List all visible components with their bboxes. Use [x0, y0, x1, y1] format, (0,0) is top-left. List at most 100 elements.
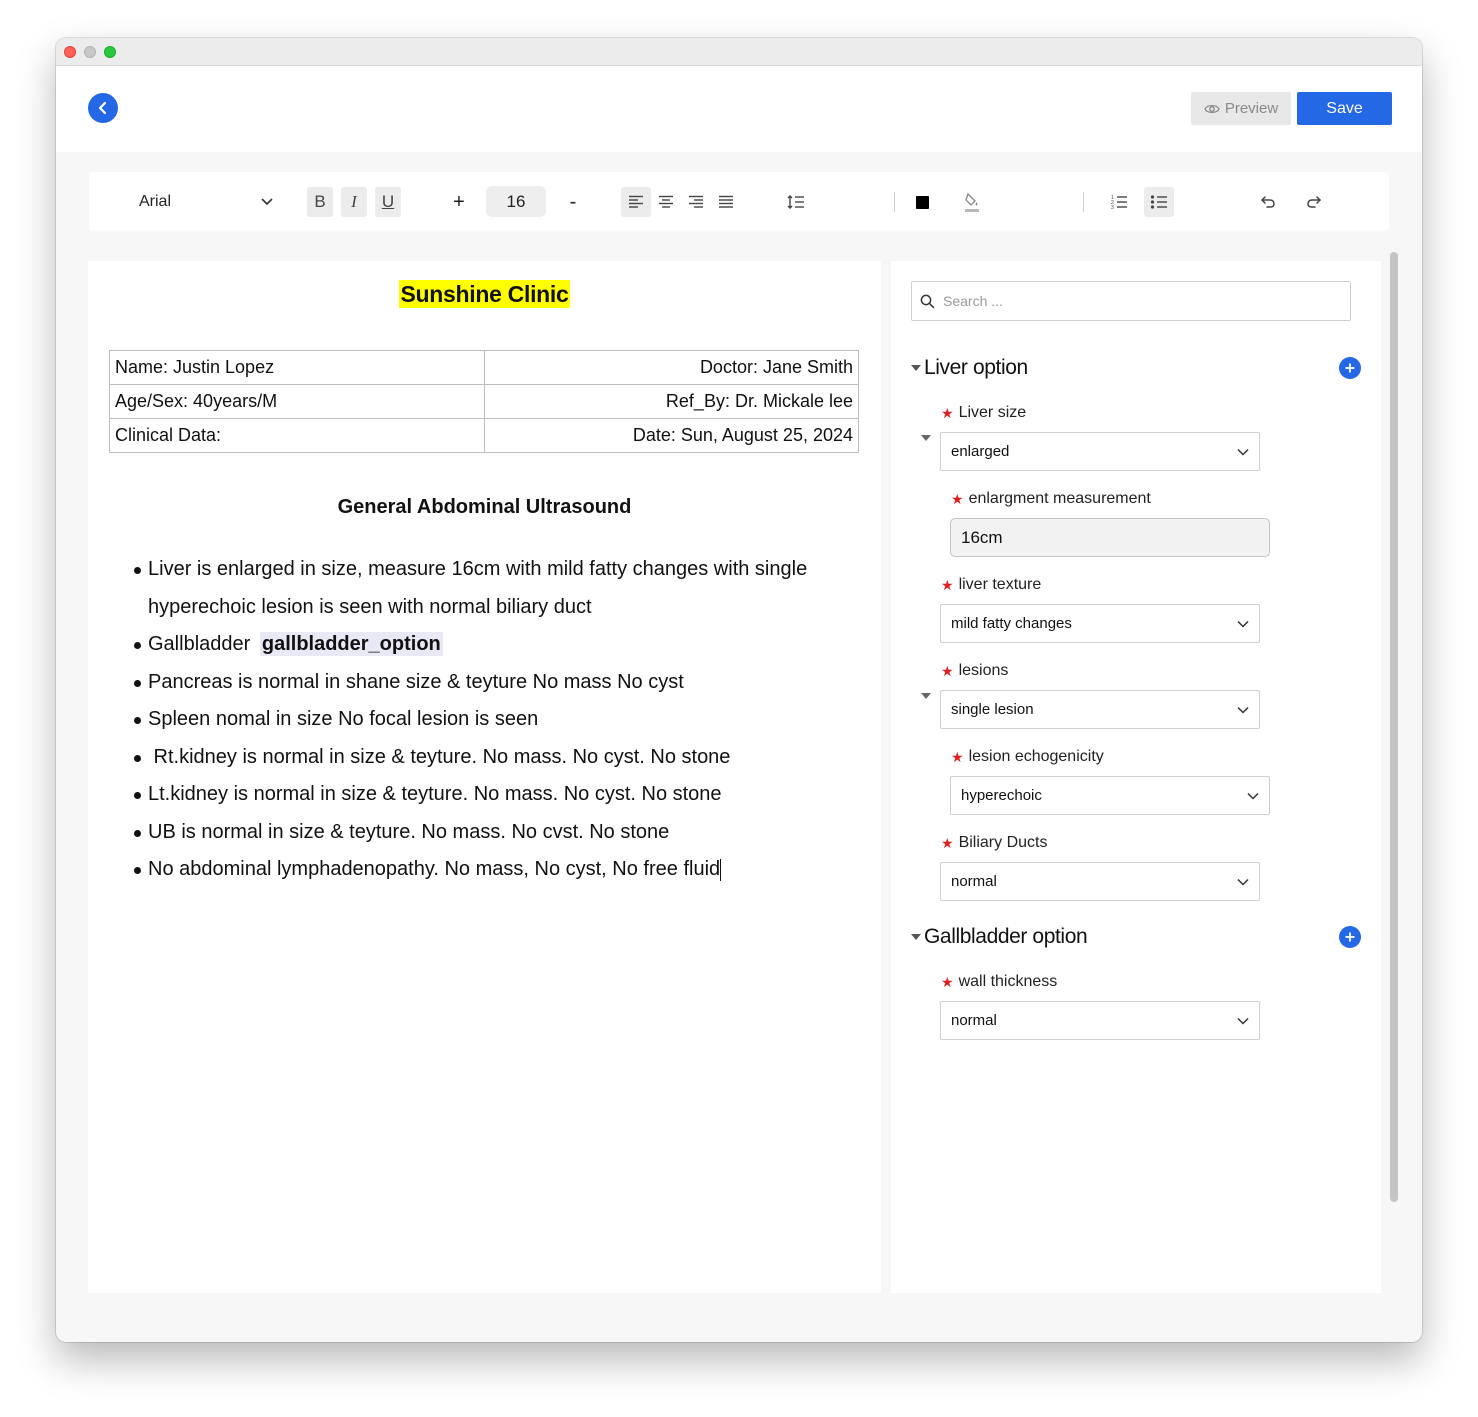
- field-label-text: wall thickness: [958, 973, 1058, 990]
- select-value: single lesion: [951, 701, 1034, 718]
- field-label-text: enlargment measurement: [968, 490, 1151, 507]
- table-row: Age/Sex: 40years/M Ref_By: Dr. Mickale l…: [109, 384, 859, 419]
- wall-thickness-select[interactable]: normal: [940, 1001, 1260, 1040]
- font-size-input[interactable]: 16: [486, 186, 546, 217]
- bold-button[interactable]: B: [307, 187, 333, 217]
- numbered-list-icon: 123: [1111, 195, 1127, 210]
- toolbar-divider: [894, 192, 895, 212]
- italic-button[interactable]: I: [341, 187, 367, 217]
- align-justify-button[interactable]: [711, 187, 741, 217]
- document-editor[interactable]: Sunshine Clinic Name: Justin Lopez Docto…: [88, 261, 881, 1293]
- options-panel: Liver option ★Liver size enlarged ★enlar…: [891, 261, 1381, 1293]
- liver-size-select[interactable]: enlarged: [940, 432, 1260, 471]
- table-row: Name: Justin Lopez Doctor: Jane Smith: [109, 350, 859, 385]
- search-box[interactable]: [911, 281, 1351, 321]
- add-gallbladder-option-button[interactable]: [1339, 926, 1361, 948]
- biliary-ducts-select[interactable]: normal: [940, 862, 1260, 901]
- finding-text: Gallbladder: [148, 633, 251, 655]
- line-height-icon: [787, 195, 804, 209]
- chevron-down-icon: [1237, 878, 1249, 886]
- chevron-down-icon: [1237, 620, 1249, 628]
- options-panel-scrollbar[interactable]: [1390, 252, 1398, 1202]
- table-row: Clinical Data: Date: Sun, August 25, 202…: [109, 418, 859, 453]
- font-family-value: Arial: [139, 193, 172, 210]
- align-left-button[interactable]: [621, 187, 651, 217]
- align-right-icon: [689, 195, 703, 208]
- referred-by: Ref_By: Dr. Mickale lee: [483, 384, 859, 419]
- close-window-button[interactable]: [64, 46, 76, 58]
- collapse-caret-icon[interactable]: [921, 435, 931, 441]
- increase-font-size-button[interactable]: +: [449, 187, 469, 217]
- page-header: Preview Save: [56, 66, 1422, 152]
- collapse-caret-icon[interactable]: [921, 693, 931, 699]
- eye-icon: [1204, 104, 1220, 113]
- title-bar: [56, 38, 1422, 66]
- bullet-list-icon: [1150, 195, 1167, 209]
- list-item: Rt.kidney is normal in size & teyture. N…: [132, 739, 852, 777]
- maximize-window-button[interactable]: [104, 46, 116, 58]
- back-button[interactable]: [88, 93, 118, 123]
- search-icon: [920, 294, 935, 308]
- field-label-text: lesion echogenicity: [968, 748, 1104, 765]
- preview-label: Preview: [1224, 100, 1279, 117]
- gallbladder-option-token[interactable]: gallbladder_option: [259, 632, 443, 656]
- preview-button[interactable]: Preview: [1191, 92, 1291, 125]
- finding-text: No abdominal lymphadenopathy. No mass, N…: [148, 858, 721, 880]
- required-asterisk: ★: [941, 834, 954, 851]
- report-date: Date: Sun, August 25, 2024: [483, 418, 859, 453]
- list-item: UB is normal in size & teyture. No mass.…: [132, 814, 852, 852]
- line-height-button[interactable]: [781, 187, 811, 217]
- enlargement-measurement-input[interactable]: 16cm: [950, 518, 1270, 557]
- list-item: Spleen nomal in size No focal lesion is …: [132, 701, 852, 739]
- align-center-icon: [659, 195, 673, 208]
- plus-icon: [1345, 363, 1355, 373]
- minimize-window-button[interactable]: [84, 46, 96, 58]
- redo-button[interactable]: [1299, 187, 1329, 217]
- chevron-down-icon: [1237, 448, 1249, 456]
- chevron-left-icon: [98, 101, 107, 115]
- lesion-echogenicity-select[interactable]: hyperechoic: [950, 776, 1270, 815]
- caret-down-icon: [911, 934, 921, 940]
- patient-age-sex: Age/Sex: 40years/M: [109, 384, 485, 419]
- undo-icon: [1260, 196, 1275, 208]
- highlight-color-button[interactable]: [957, 187, 987, 217]
- font-family-select[interactable]: Arial: [139, 187, 274, 217]
- paint-bucket-icon: [965, 192, 979, 212]
- toolbar-divider: [1083, 192, 1084, 212]
- plus-icon: [1345, 932, 1355, 942]
- list-item: No abdominal lymphadenopathy. No mass, N…: [132, 851, 852, 889]
- required-asterisk: ★: [941, 662, 954, 679]
- gallbladder-option-section[interactable]: Gallbladder option: [911, 922, 1361, 952]
- field-label-text: lesions: [958, 662, 1009, 679]
- list-item: Pancreas is normal in shane size & teytu…: [132, 664, 852, 702]
- doctor-name: Doctor: Jane Smith: [483, 350, 859, 385]
- svg-text:3: 3: [1111, 205, 1114, 210]
- required-asterisk: ★: [941, 404, 954, 421]
- text-color-button[interactable]: [907, 187, 937, 217]
- search-input[interactable]: [943, 293, 1333, 309]
- lesions-select[interactable]: single lesion: [940, 690, 1260, 729]
- bullet-list-button[interactable]: [1144, 187, 1174, 217]
- save-button[interactable]: Save: [1297, 92, 1392, 125]
- redo-icon: [1307, 196, 1322, 208]
- lesions-label: ★ lesions: [941, 662, 1008, 680]
- clinic-name: Sunshine Clinic: [88, 280, 881, 308]
- chevron-down-icon: [261, 198, 273, 206]
- findings-list: Liver is enlarged in size, measure 16cm …: [132, 551, 852, 889]
- liver-texture-select[interactable]: mild fatty changes: [940, 604, 1260, 643]
- chevron-down-icon: [1237, 1017, 1249, 1025]
- clinic-name-text: Sunshine Clinic: [399, 280, 570, 308]
- add-liver-option-button[interactable]: [1339, 357, 1361, 379]
- select-value: normal: [951, 873, 997, 890]
- patient-name: Name: Justin Lopez: [109, 350, 485, 385]
- report-title: General Abdominal Ultrasound: [337, 496, 632, 518]
- numbered-list-button[interactable]: 123: [1104, 187, 1134, 217]
- undo-button[interactable]: [1253, 187, 1283, 217]
- align-right-button[interactable]: [681, 187, 711, 217]
- underline-button[interactable]: U: [375, 187, 401, 217]
- enlargement-label: ★ enlargment measurement: [951, 490, 1151, 508]
- align-center-button[interactable]: [651, 187, 681, 217]
- decrease-font-size-button[interactable]: -: [563, 187, 583, 217]
- align-left-icon: [629, 195, 643, 208]
- liver-option-section[interactable]: Liver option: [911, 353, 1361, 383]
